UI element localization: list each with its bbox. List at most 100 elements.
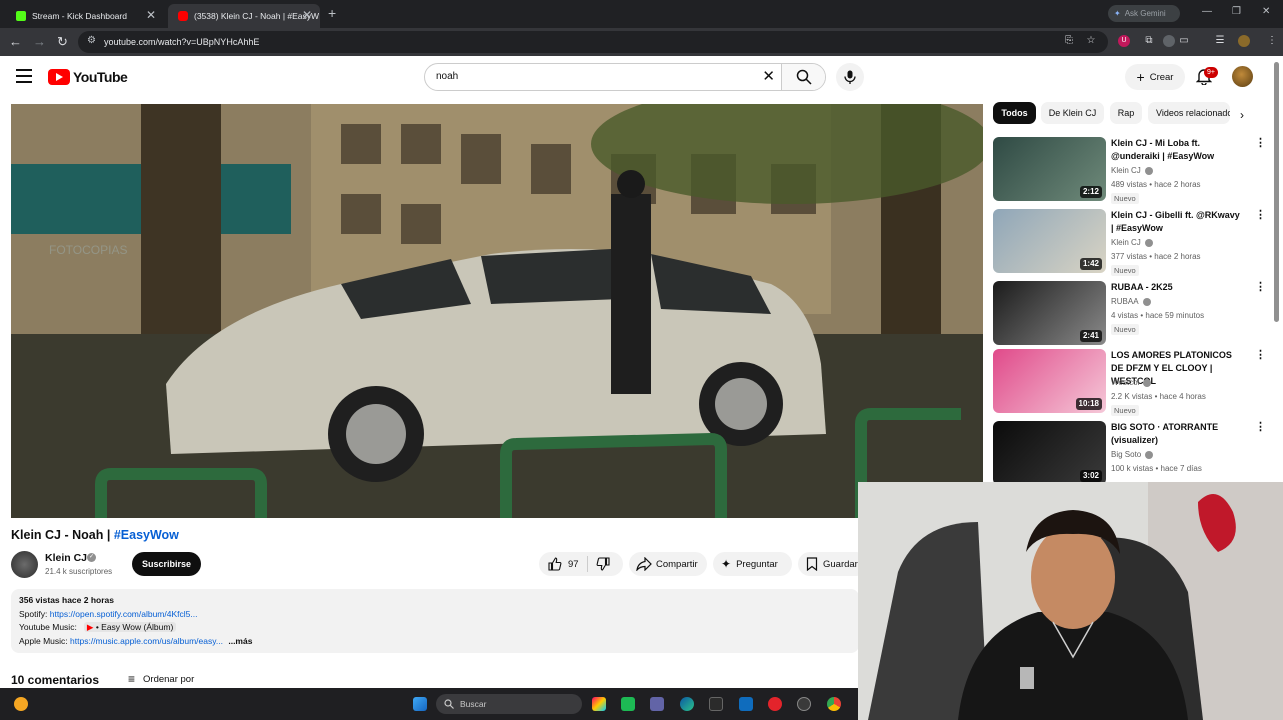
address-bar[interactable]: ⚙ youtube.com/watch?v=UBpNYHcAhhE <box>78 31 1108 53</box>
recommendation-title[interactable]: Klein CJ - Gibelli ft. @RKwavy | #EasyWo… <box>1111 209 1243 235</box>
recommendation-title[interactable]: Klein CJ - Mi Loba ft. @underaiki | #Eas… <box>1111 137 1243 163</box>
more-options-icon[interactable]: ⋮ <box>1255 422 1266 433</box>
video-thumbnail[interactable]: 2:41 <box>993 281 1106 345</box>
video-thumbnail[interactable]: 2:12 <box>993 137 1106 201</box>
more-options-icon[interactable]: ⋮ <box>1255 210 1266 221</box>
search-button[interactable] <box>781 64 825 90</box>
site-info-icon[interactable]: ⚙ <box>87 35 96 46</box>
recommendation-item[interactable]: 2:41 RUBAA - 2K25 RUBAA 4 vistas • hace … <box>993 281 1266 345</box>
ask-button[interactable]: ✦ Preguntar <box>713 552 792 576</box>
description-box[interactable]: 356 vistas hace 2 horas Spotify: https:/… <box>11 589 859 653</box>
more-options-icon[interactable]: ⋮ <box>1255 282 1266 293</box>
sidebar-icon[interactable]: ▭ <box>1178 35 1190 47</box>
minimize-icon[interactable]: — <box>1202 6 1212 17</box>
close-tab-icon[interactable]: ✕ <box>302 8 312 22</box>
voice-search-button[interactable] <box>836 63 864 91</box>
recommendation-item[interactable]: 1:42 Klein CJ - Gibelli ft. @RKwavy | #E… <box>993 209 1266 276</box>
new-tab-icon[interactable]: + <box>328 5 336 21</box>
profile-avatar-icon[interactable] <box>1238 35 1250 47</box>
spotify-label: Spotify: <box>19 608 48 619</box>
subscribe-button[interactable]: Suscribirse <box>132 552 201 576</box>
maximize-icon[interactable]: ❐ <box>1232 6 1241 17</box>
bookmark-star-icon[interactable]: ☆ <box>1085 35 1097 47</box>
page-scrollbar[interactable] <box>1274 62 1279 322</box>
like-button[interactable]: 97 <box>548 557 579 571</box>
more-options-icon[interactable]: ⋮ <box>1255 350 1266 361</box>
recommendation-title[interactable]: RUBAA - 2K25 <box>1111 281 1243 294</box>
chrome-icon[interactable] <box>827 697 841 711</box>
notification-app-icon[interactable] <box>14 697 28 711</box>
windows-start-icon[interactable] <box>413 697 427 711</box>
reading-list-icon[interactable]: ☰ <box>1214 35 1226 47</box>
forward-icon[interactable]: → <box>33 34 46 49</box>
install-icon[interactable]: ⎘ <box>1063 35 1075 47</box>
video-title: Klein CJ - Noah | #EasyWow <box>11 528 179 542</box>
settings-icon[interactable] <box>797 697 811 711</box>
share-button[interactable]: Compartir <box>629 552 707 576</box>
reload-icon[interactable]: ↻ <box>57 34 68 50</box>
video-thumbnail[interactable]: 10:18 <box>993 349 1106 413</box>
clear-search-icon[interactable]: ✕ <box>762 64 775 90</box>
recommendation-channel[interactable]: Big Soto <box>1111 450 1141 459</box>
video-thumbnail[interactable]: 3:02 <box>993 421 1106 485</box>
search-icon <box>796 69 812 85</box>
more-options-icon[interactable]: ⋮ <box>1255 138 1266 149</box>
edge-icon[interactable] <box>680 697 694 711</box>
search-icon <box>444 699 454 709</box>
hashtag-link[interactable]: #EasyWow <box>114 528 179 542</box>
logo-text: YouTube <box>73 69 128 85</box>
show-more-button[interactable]: ...más <box>228 636 252 646</box>
extension-icon[interactable]: U <box>1118 35 1130 47</box>
extension-icon[interactable] <box>1163 35 1175 47</box>
teams-icon[interactable] <box>650 697 664 711</box>
search-input[interactable]: noah ✕ <box>425 64 781 90</box>
recommendation-title[interactable]: BIG SOTO · ATORRANTE (visualizer) <box>1111 421 1243 447</box>
recommendation-channel[interactable]: Klein CJ <box>1111 238 1141 247</box>
user-avatar[interactable] <box>1232 66 1253 87</box>
channel-name[interactable]: Klein CJ <box>45 552 87 564</box>
taskbar-search[interactable]: Buscar <box>436 694 582 714</box>
ytmusic-album-chip[interactable]: ▶ • Easy Wow (Álbum) <box>83 622 177 632</box>
tab-kick-dashboard[interactable]: Stream - Kick Dashboard ✕ <box>6 4 164 28</box>
back-icon[interactable]: ← <box>9 34 22 49</box>
video-thumbnail[interactable]: 1:42 <box>993 209 1106 273</box>
youtube-logo[interactable]: YouTube <box>48 69 128 85</box>
chip-todos[interactable]: Todos <box>993 102 1036 124</box>
close-window-icon[interactable]: ✕ <box>1262 6 1270 17</box>
gemini-label: Ask Gemini <box>1124 9 1166 18</box>
outlook-icon[interactable] <box>739 697 753 711</box>
sort-comments-button[interactable]: ≡ Ordenar por <box>128 672 194 686</box>
ask-gemini-button[interactable]: ✦ Ask Gemini <box>1108 5 1180 22</box>
chevron-right-icon[interactable]: › <box>1240 108 1244 122</box>
taskbar-search-placeholder: Buscar <box>460 699 487 709</box>
thumbs-down-icon[interactable] <box>596 557 610 571</box>
extensions-puzzle-icon[interactable]: ⧉ <box>1143 35 1155 47</box>
video-overlay-text: FOTOCOPIAS <box>49 243 127 257</box>
channel-avatar[interactable] <box>11 551 38 578</box>
app-icon[interactable] <box>621 697 635 711</box>
recommendation-channel[interactable]: Westcol <box>1111 378 1139 387</box>
dell-icon[interactable] <box>709 697 723 711</box>
gemini-icon: ✦ <box>1114 9 1121 18</box>
chip-de-klein-cj[interactable]: De Klein CJ <box>1041 102 1104 124</box>
close-tab-icon[interactable]: ✕ <box>146 8 156 22</box>
recommendation-item[interactable]: 3:02 BIG SOTO · ATORRANTE (visualizer) B… <box>993 421 1266 485</box>
recommendation-channel[interactable]: RUBAA <box>1111 297 1139 306</box>
browser-tab-bar: Stream - Kick Dashboard ✕ (3538) Klein C… <box>0 0 1283 28</box>
apple-music-link[interactable]: https://music.apple.com/us/album/easy... <box>70 636 223 646</box>
copilot-icon[interactable] <box>592 697 606 711</box>
more-menu-icon[interactable]: ⋮ <box>1266 35 1278 47</box>
app-icon[interactable] <box>768 697 782 711</box>
recommendation-item[interactable]: 10:18 LOS AMORES PLATONICOS DE DFZM Y EL… <box>993 349 1266 416</box>
duration-badge: 10:18 <box>1075 398 1102 410</box>
recommendation-item[interactable]: 2:12 Klein CJ - Mi Loba ft. @underaiki |… <box>993 137 1266 204</box>
divider <box>586 556 588 572</box>
chip-rap[interactable]: Rap <box>1110 102 1142 124</box>
video-player[interactable]: FOTOCOPIAS <box>11 104 983 518</box>
menu-icon[interactable] <box>16 69 32 83</box>
chip-videos-relacionados[interactable]: Videos relacionados <box>1148 102 1230 124</box>
recommendation-channel[interactable]: Klein CJ <box>1111 166 1141 175</box>
create-button[interactable]: + Crear <box>1125 64 1185 90</box>
tab-youtube[interactable]: (3538) Klein CJ - Noah | #EasyW ✕ <box>168 4 320 28</box>
spotify-link[interactable]: https://open.spotify.com/album/4Kfcl5... <box>50 609 198 619</box>
